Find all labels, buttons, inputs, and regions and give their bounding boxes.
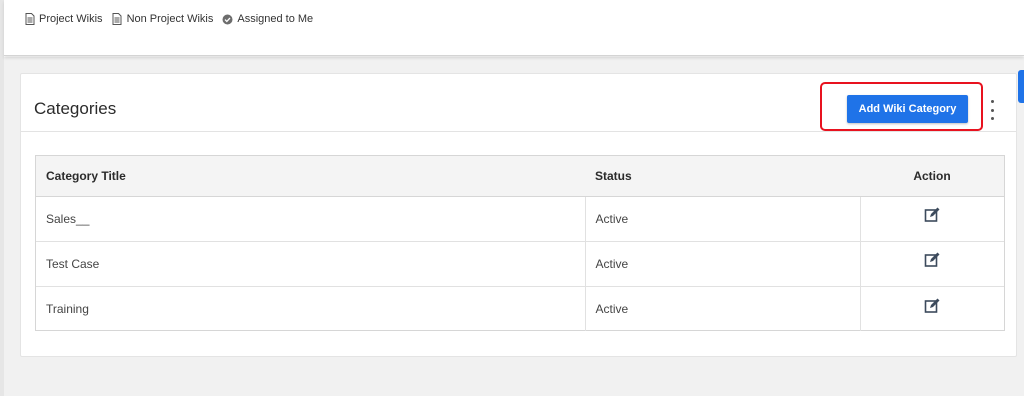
category-title-cell: Training: [46, 301, 89, 316]
categories-card: Categories Add Wiki Category Category Ti…: [20, 73, 1017, 357]
document-icon: [24, 13, 35, 25]
more-vertical-icon[interactable]: [987, 100, 997, 120]
filter-label: Project Wikis: [39, 13, 103, 25]
document-icon: [112, 13, 123, 25]
action-cell: [859, 286, 1004, 331]
status-cell: Active: [584, 241, 860, 287]
action-cell: [859, 241, 1004, 287]
top-filter-bar: Project Wikis Non Project Wikis Assigned…: [4, 0, 1024, 56]
wiki-filter-list: Project Wikis Non Project Wikis Assigned…: [24, 13, 322, 25]
filter-assigned-to-me[interactable]: Assigned to Me: [222, 13, 313, 25]
table-row: Training Active: [36, 286, 1004, 331]
main-content: Categories Add Wiki Category Category Ti…: [4, 57, 1024, 396]
check-circle-icon: [222, 13, 233, 25]
category-title-cell: Sales__: [36, 196, 585, 242]
card-header: Categories Add Wiki Category: [21, 74, 1016, 132]
page-title: Categories: [34, 99, 117, 118]
filter-label: Assigned to Me: [237, 13, 314, 25]
side-scroll-tab[interactable]: [1018, 70, 1024, 103]
column-header-status: Status: [585, 156, 860, 197]
category-title-cell: Test Case: [36, 241, 585, 287]
status-cell: Active: [584, 196, 860, 242]
table-row: Sales__ Active: [36, 196, 1004, 242]
status-cell: Active: [584, 286, 860, 331]
column-header-category-title: Category Title: [36, 156, 585, 197]
table-header-row: Category Title Status Action: [36, 156, 1004, 197]
edit-icon[interactable]: [924, 252, 940, 268]
filter-project-wikis[interactable]: Project Wikis: [24, 13, 103, 25]
add-wiki-category-button[interactable]: Add Wiki Category: [847, 95, 968, 123]
filter-label: Non Project Wikis: [126, 13, 214, 25]
edit-icon[interactable]: [924, 207, 940, 223]
action-cell: [859, 196, 1004, 242]
filter-non-project-wikis[interactable]: Non Project Wikis: [112, 13, 214, 25]
table-row: Test Case Active: [36, 241, 1004, 287]
column-header-action: Action: [860, 156, 1004, 197]
categories-table: Category Title Status Action Sales__ Act…: [35, 155, 1005, 331]
edit-icon[interactable]: [924, 298, 940, 314]
